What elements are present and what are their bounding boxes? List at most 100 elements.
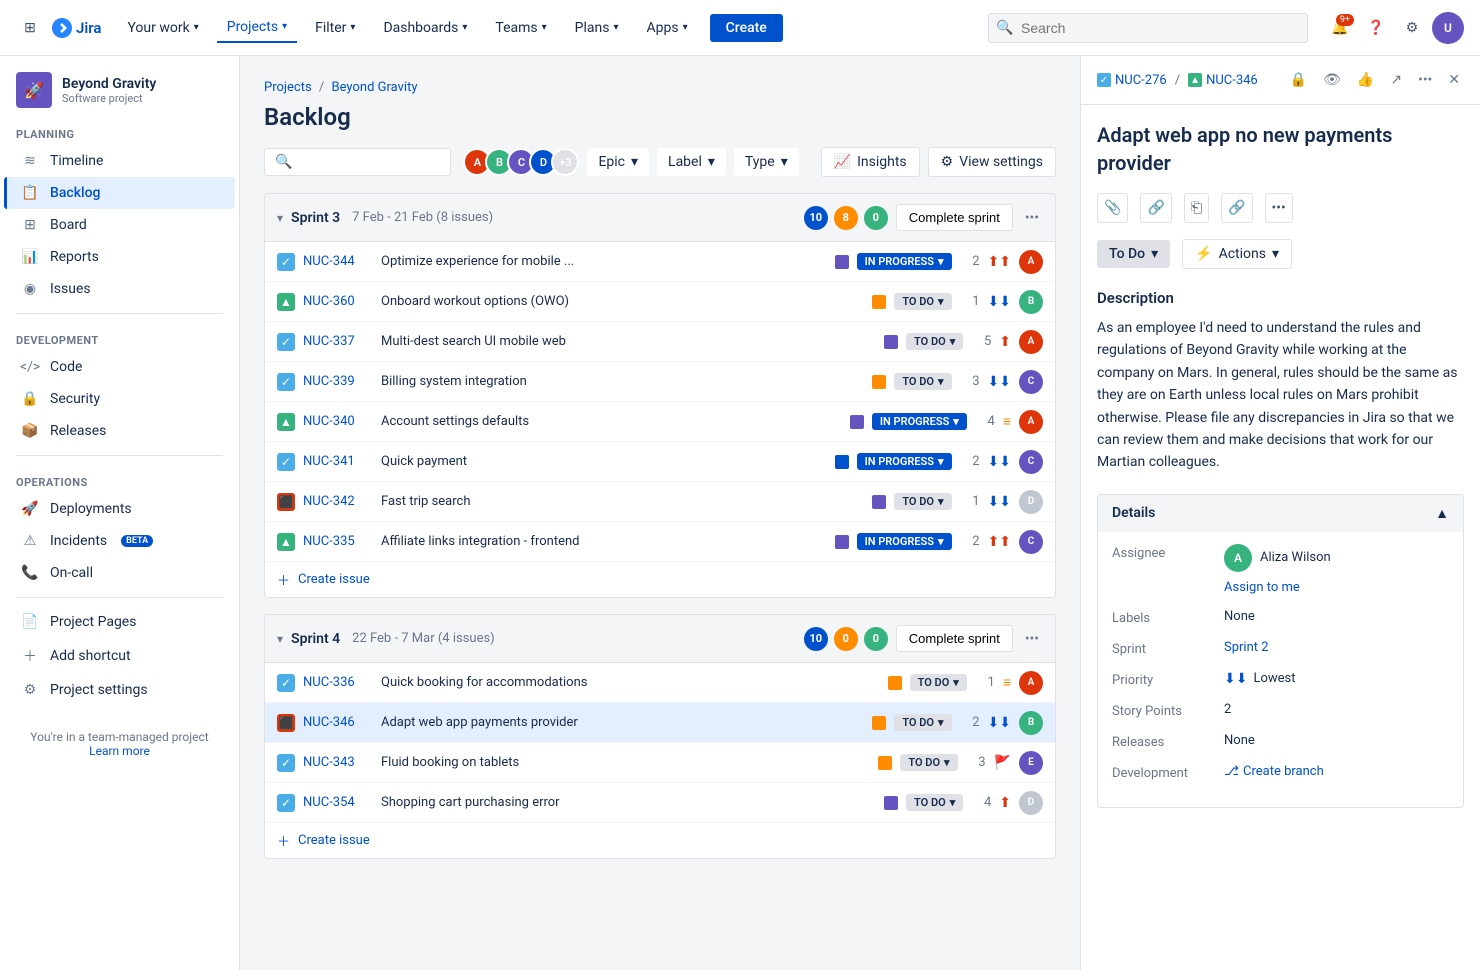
sprint-3-toggle[interactable]: ▾: [277, 211, 283, 225]
plans-nav[interactable]: Plans ▾: [565, 14, 629, 42]
details-card-header[interactable]: Details ▲: [1098, 495, 1463, 532]
learn-more-link[interactable]: Learn more: [89, 744, 150, 758]
filter-nav[interactable]: Filter ▾: [305, 14, 365, 42]
issue-key: NUC-360: [303, 294, 373, 309]
create-issue-sprint3[interactable]: ＋ Create issue: [265, 562, 1055, 597]
status-badge[interactable]: TO DO ▾: [894, 293, 951, 310]
sidebar-item-code[interactable]: </> Code: [4, 351, 235, 383]
copy-link-icon[interactable]: 🔗: [1221, 193, 1252, 223]
create-branch-link[interactable]: ⎇ Create branch: [1224, 764, 1324, 779]
issue-row[interactable]: ✓ NUC-354 Shopping cart purchasing error…: [265, 783, 1055, 823]
thumbsup-icon[interactable]: 👍: [1353, 68, 1378, 92]
avatar-more[interactable]: +3: [551, 148, 579, 176]
sprint-4-menu[interactable]: •••: [1021, 627, 1043, 651]
priority-icon: ⬇⬇: [988, 454, 1011, 470]
jira-logo[interactable]: Jira: [52, 18, 101, 38]
user-avatar[interactable]: U: [1432, 12, 1464, 44]
sidebar-item-backlog[interactable]: 📋 Backlog: [4, 177, 235, 209]
projects-nav[interactable]: Projects ▾: [217, 13, 297, 43]
status-badge[interactable]: TO DO ▾: [906, 333, 963, 350]
child-issues-icon[interactable]: 🔗: [1140, 193, 1171, 223]
actions-button[interactable]: ⚡ Actions ▾: [1182, 239, 1292, 269]
issue-row[interactable]: ⬛ NUC-342 Fast trip search TO DO ▾ 1 ⬇⬇ …: [265, 482, 1055, 522]
apps-grid-icon[interactable]: ⊞: [16, 14, 44, 42]
status-badge[interactable]: TO DO ▾: [910, 674, 967, 691]
link-icon[interactable]: ⎗: [1184, 193, 1209, 223]
sidebar-item-incidents[interactable]: ⚠ Incidents BETA: [4, 525, 235, 557]
sidebar-item-timeline[interactable]: ≋ Timeline: [4, 145, 235, 177]
detail-bc-parent[interactable]: ✓ NUC-276: [1097, 73, 1167, 88]
sidebar-item-security[interactable]: 🔒 Security: [4, 383, 235, 415]
dashboards-nav[interactable]: Dashboards ▾: [373, 14, 477, 42]
view-settings-button[interactable]: ⚙ View settings: [928, 147, 1056, 177]
story-points: 2: [960, 715, 980, 730]
issue-row[interactable]: ✓ NUC-337 Multi-dest search UI mobile we…: [265, 322, 1055, 362]
more-icon[interactable]: •••: [1414, 68, 1436, 92]
status-dropdown[interactable]: To Do ▾: [1097, 240, 1170, 268]
status-badge[interactable]: TO DO ▾: [894, 493, 951, 510]
sidebar-item-on-call[interactable]: 📞 On-call: [4, 557, 235, 589]
backlog-search-input[interactable]: [300, 154, 440, 170]
type-filter[interactable]: Type ▾: [734, 148, 799, 176]
detail-bc-current[interactable]: ▲ NUC-346: [1188, 73, 1258, 88]
sprint-3-menu[interactable]: •••: [1021, 206, 1043, 230]
sidebar-item-project-pages[interactable]: 📄 Project Pages: [4, 606, 235, 638]
complete-sprint-3-button[interactable]: Complete sprint: [896, 204, 1013, 231]
issue-row[interactable]: ✓ NUC-339 Billing system integration TO …: [265, 362, 1055, 402]
status-badge[interactable]: IN PROGRESS ▾: [857, 253, 952, 270]
status-badge[interactable]: IN PROGRESS ▾: [857, 453, 952, 470]
settings-button[interactable]: ⚙: [1396, 12, 1428, 44]
issue-type-task-icon: ✓: [277, 674, 295, 692]
create-issue-sprint4[interactable]: ＋ Create issue: [265, 823, 1055, 858]
sidebar-item-issues[interactable]: ◉ Issues: [4, 273, 235, 305]
status-badge[interactable]: IN PROGRESS ▾: [872, 413, 967, 430]
sidebar-item-project-settings[interactable]: ⚙ Project settings: [4, 674, 235, 706]
issue-row[interactable]: ✓ NUC-344 Optimize experience for mobile…: [265, 242, 1055, 282]
issue-row[interactable]: ▲ NUC-360 Onboard workout options (OWO) …: [265, 282, 1055, 322]
epic-filter[interactable]: Epic ▾: [587, 148, 649, 176]
sidebar-item-releases[interactable]: 📦 Releases: [4, 415, 235, 447]
status-badge[interactable]: IN PROGRESS ▾: [857, 533, 952, 550]
assign-to-me-link[interactable]: Assign to me: [1224, 580, 1300, 595]
issue-row[interactable]: ✓ NUC-336 Quick booking for accommodatio…: [265, 663, 1055, 703]
add-shortcut-icon: ＋: [20, 646, 40, 666]
help-button[interactable]: ❓: [1360, 12, 1392, 44]
attach-icon[interactable]: 📎: [1097, 193, 1128, 223]
notifications-button[interactable]: 🔔 9+: [1324, 12, 1356, 44]
more-actions-icon[interactable]: •••: [1265, 193, 1293, 223]
breadcrumb-project[interactable]: Beyond Gravity: [332, 80, 418, 95]
apps-nav[interactable]: Apps ▾: [637, 14, 698, 42]
issue-row[interactable]: ✓ NUC-343 Fluid booking on tablets TO DO…: [265, 743, 1055, 783]
share-icon[interactable]: ↗: [1386, 68, 1406, 92]
watch-icon[interactable]: 👁: [1319, 68, 1345, 92]
lock-icon[interactable]: 🔒: [1286, 68, 1311, 92]
issue-row[interactable]: ⬛ NUC-346 Adapt web app payments provide…: [265, 703, 1055, 743]
sidebar-item-reports[interactable]: 📊 Reports: [4, 241, 235, 273]
issue-row[interactable]: ✓ NUC-341 Quick payment IN PROGRESS ▾ 2 …: [265, 442, 1055, 482]
breadcrumb-projects[interactable]: Projects: [264, 80, 312, 95]
sidebar-item-add-shortcut[interactable]: ＋ Add shortcut: [4, 638, 235, 674]
issue-row[interactable]: ▲ NUC-340 Account settings defaults IN P…: [265, 402, 1055, 442]
your-work-nav[interactable]: Your work ▾: [117, 14, 208, 42]
sprint-4-toggle[interactable]: ▾: [277, 632, 283, 646]
sprint-value[interactable]: Sprint 2: [1224, 640, 1449, 655]
divider-1: [16, 313, 223, 314]
search-input[interactable]: [988, 13, 1308, 43]
insights-button[interactable]: 📈 Insights: [821, 147, 920, 177]
sidebar-item-deployments[interactable]: 🚀 Deployments: [4, 493, 235, 525]
status-badge[interactable]: TO DO ▾: [894, 714, 951, 731]
create-button[interactable]: Create: [710, 14, 783, 42]
sidebar-item-board[interactable]: ⊞ Board: [4, 209, 235, 241]
issue-type-bug-icon: ⬛: [277, 714, 295, 732]
status-badge[interactable]: TO DO ▾: [906, 794, 963, 811]
status-badge[interactable]: TO DO ▾: [900, 754, 957, 771]
close-icon[interactable]: ✕: [1444, 68, 1464, 92]
status-badge[interactable]: TO DO ▾: [894, 373, 951, 390]
backlog-icon: 📋: [20, 185, 40, 201]
complete-sprint-4-button[interactable]: Complete sprint: [896, 625, 1013, 652]
issue-row[interactable]: ▲ NUC-335 Affiliate links integration - …: [265, 522, 1055, 562]
logo-text: Jira: [76, 19, 101, 37]
story-points-field: Story Points 2: [1112, 702, 1449, 719]
label-filter[interactable]: Label ▾: [657, 148, 726, 176]
teams-nav[interactable]: Teams ▾: [485, 14, 556, 42]
